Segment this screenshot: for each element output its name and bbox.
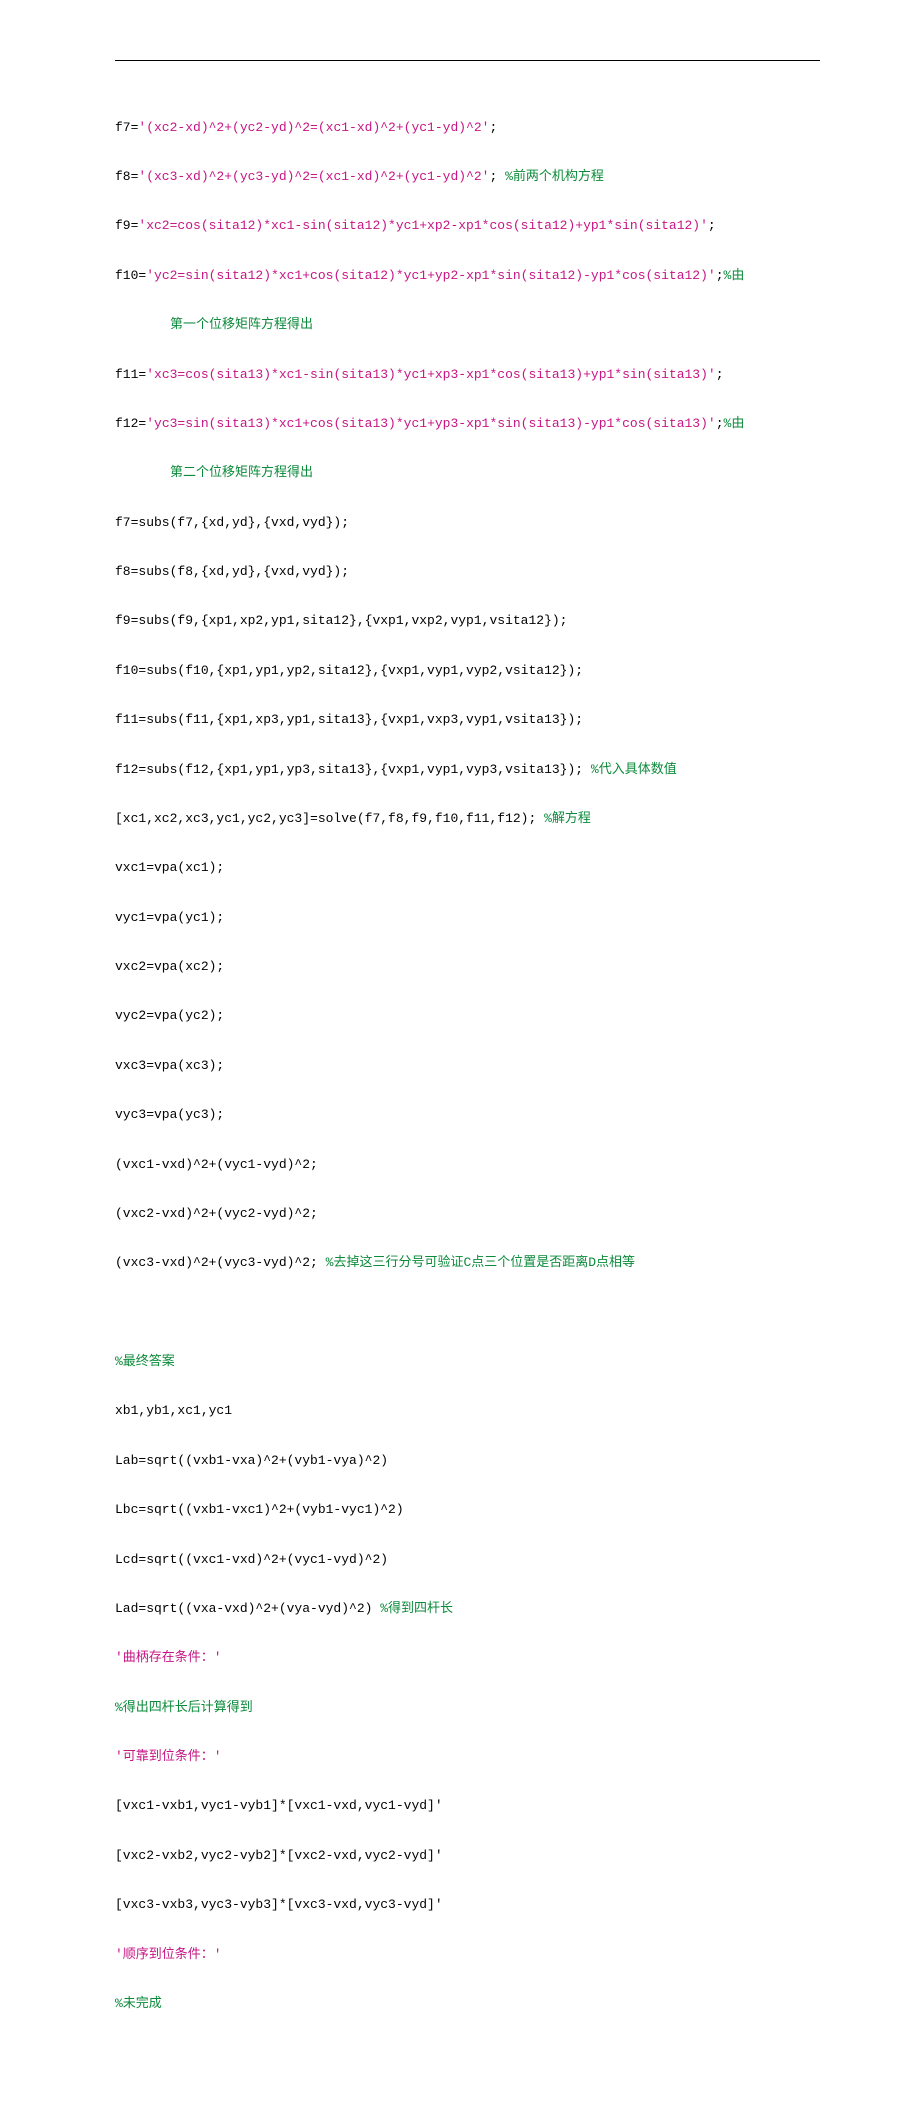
code-line: f12=subs(f12,{xp1,yp1,yp3,sita13},{vxp1,… [115, 758, 820, 783]
header-rule [115, 60, 820, 61]
code-line: (vxc1-vxd)^2+(vyc1-vyd)^2; [115, 1153, 820, 1178]
document-page: f7='(xc2-xd)^2+(yc2-yd)^2=(xc1-xd)^2+(yc… [0, 0, 920, 2126]
code-line: f9='xc2=cos(sita12)*xc1-sin(sita12)*yc1+… [115, 214, 820, 239]
code-line: Lad=sqrt((vxa-vxd)^2+(vya-vyd)^2) %得到四杆长 [115, 1597, 820, 1622]
code-line: %得出四杆长后计算得到 [115, 1696, 820, 1721]
code-line: f10='yc2=sin(sita12)*xc1+cos(sita12)*yc1… [115, 264, 820, 289]
code-line: vyc1=vpa(yc1); [115, 906, 820, 931]
code-line: [vxc2-vxb2,vyc2-vyb2]*[vxc2-vxd,vyc2-vyd… [115, 1844, 820, 1869]
code-line: Lcd=sqrt((vxc1-vxd)^2+(vyc1-vyd)^2) [115, 1548, 820, 1573]
code-line: f11=subs(f11,{xp1,xp3,yp1,sita13},{vxp1,… [115, 708, 820, 733]
code-line: Lbc=sqrt((vxb1-vxc1)^2+(vyb1-vyc1)^2) [115, 1498, 820, 1523]
code-line: [vxc3-vxb3,vyc3-vyb3]*[vxc3-vxd,vyc3-vyd… [115, 1893, 820, 1918]
code-line: f7='(xc2-xd)^2+(yc2-yd)^2=(xc1-xd)^2+(yc… [115, 116, 820, 141]
code-line: '曲柄存在条件：' [115, 1646, 820, 1671]
code-line: xb1,yb1,xc1,yc1 [115, 1399, 820, 1424]
code-line: Lab=sqrt((vxb1-vxa)^2+(vyb1-vya)^2) [115, 1449, 820, 1474]
code-line: f8='(xc3-xd)^2+(yc3-yd)^2=(xc1-xd)^2+(yc… [115, 165, 820, 190]
code-line: vxc3=vpa(xc3); [115, 1054, 820, 1079]
code-line: [xc1,xc2,xc3,yc1,yc2,yc3]=solve(f7,f8,f9… [115, 807, 820, 832]
code-line: vxc1=vpa(xc1); [115, 856, 820, 881]
code-line: f10=subs(f10,{xp1,yp1,yp2,sita12},{vxp1,… [115, 659, 820, 684]
code-line: '可靠到位条件：' [115, 1745, 820, 1770]
code-line: %最终答案 [115, 1350, 820, 1375]
code-line: (vxc2-vxd)^2+(vyc2-vyd)^2; [115, 1202, 820, 1227]
code-line: f8=subs(f8,{xd,yd},{vxd,vyd}); [115, 560, 820, 585]
code-line: (vxc3-vxd)^2+(vyc3-vyd)^2; %去掉这三行分号可验证C点… [115, 1251, 820, 1276]
code-line: f12='yc3=sin(sita13)*xc1+cos(sita13)*yc1… [115, 412, 820, 437]
code-line: vyc2=vpa(yc2); [115, 1004, 820, 1029]
code-line: f9=subs(f9,{xp1,xp2,yp1,sita12},{vxp1,vx… [115, 609, 820, 634]
code-line: vyc3=vpa(yc3); [115, 1103, 820, 1128]
code-line: 第二个位移矩阵方程得出 [115, 461, 820, 486]
code-line: [vxc1-vxb1,vyc1-vyb1]*[vxc1-vxd,vyc1-vyd… [115, 1794, 820, 1819]
code-line: '顺序到位条件：' [115, 1943, 820, 1968]
code-line: %未完成 [115, 1992, 820, 2017]
blank-line [115, 1301, 820, 1326]
code-line: f7=subs(f7,{xd,yd},{vxd,vyd}); [115, 511, 820, 536]
code-line: vxc2=vpa(xc2); [115, 955, 820, 980]
code-line: f11='xc3=cos(sita13)*xc1-sin(sita13)*yc1… [115, 363, 820, 388]
code-block: f7='(xc2-xd)^2+(yc2-yd)^2=(xc1-xd)^2+(yc… [115, 91, 820, 2066]
code-line: 第一个位移矩阵方程得出 [115, 313, 820, 338]
